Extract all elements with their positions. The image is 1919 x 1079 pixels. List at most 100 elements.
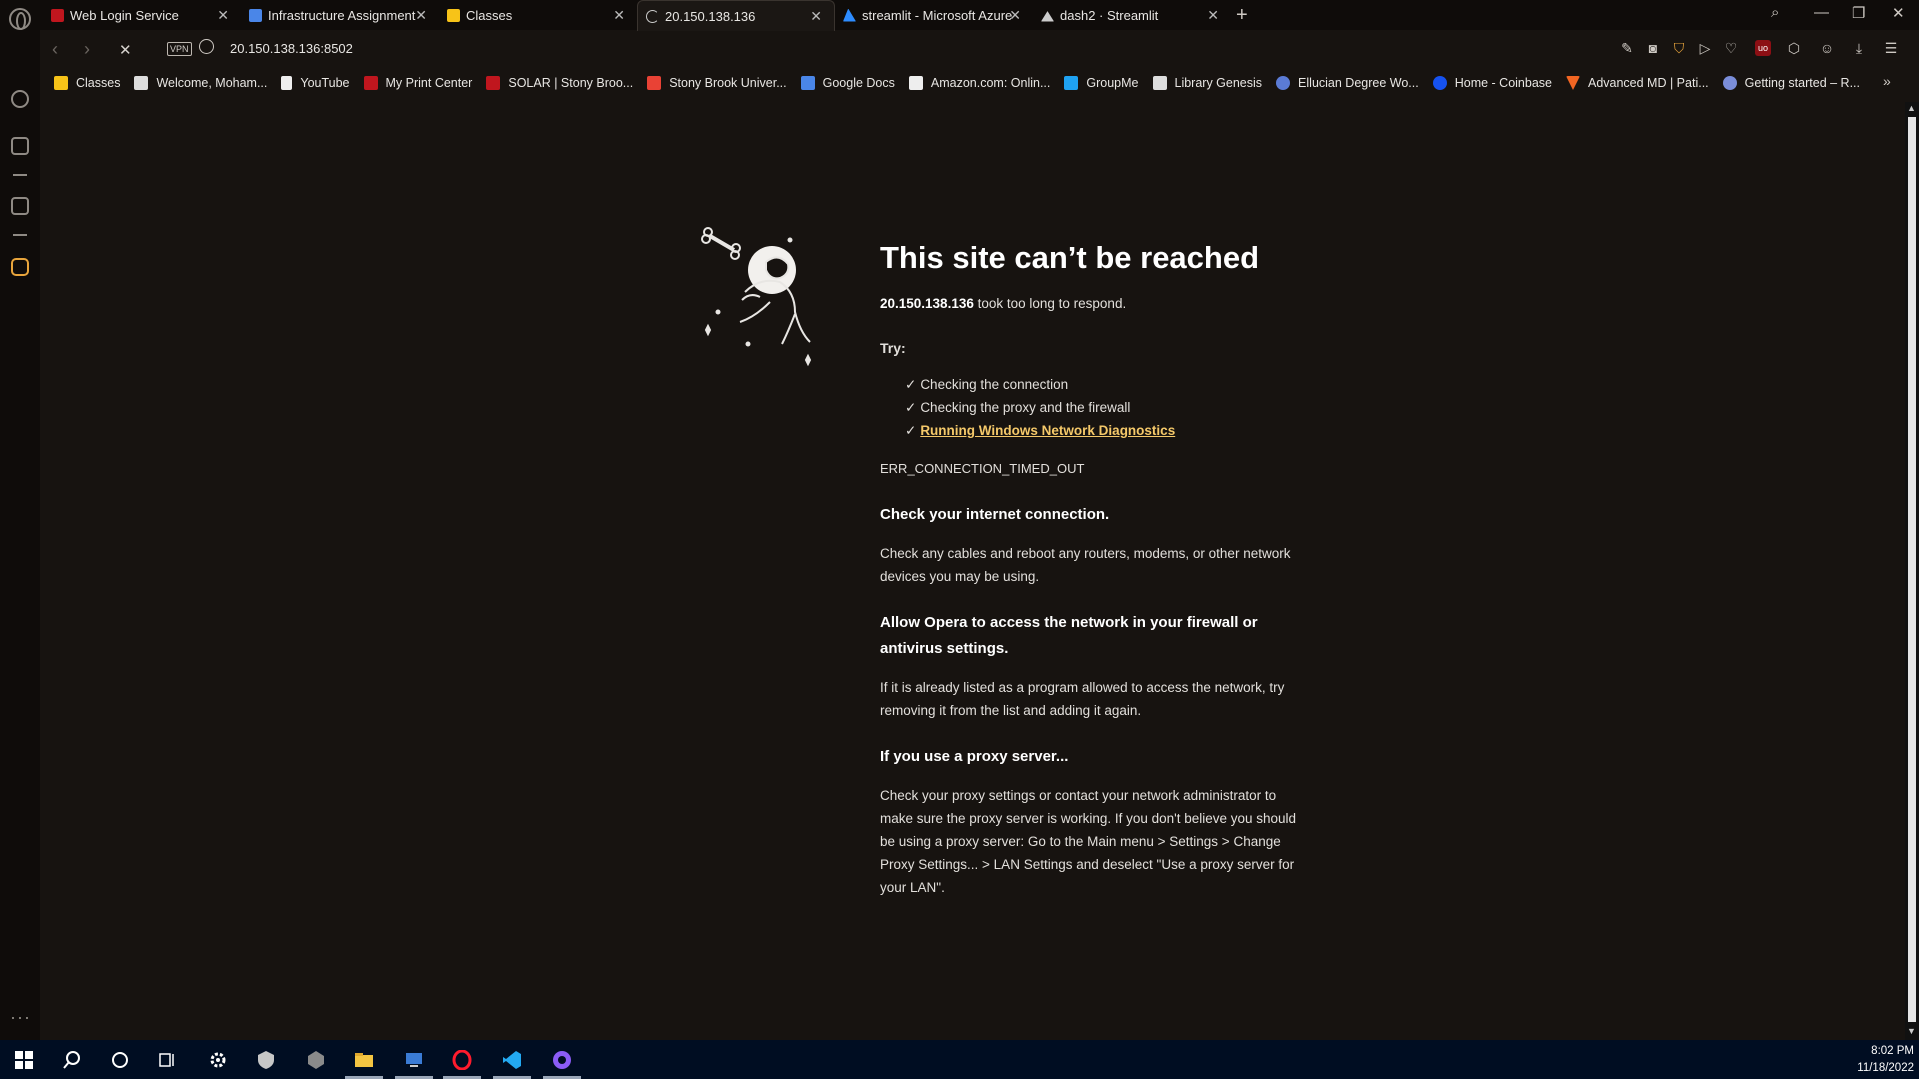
system-clock[interactable]: 8:02 PM 11/18/2022 <box>1852 1043 1914 1077</box>
bookmark-library-genesis[interactable]: Library Genesis <box>1152 76 1262 90</box>
suggestion-item: ✓ Checking the connection <box>905 373 1300 396</box>
github-desktop-icon[interactable] <box>552 1050 572 1070</box>
classroom-icon <box>447 8 460 22</box>
shopping-icon[interactable] <box>11 137 29 155</box>
close-icon[interactable]: ✕ <box>415 8 427 22</box>
restore-icon[interactable]: ❐ <box>1852 4 1865 22</box>
ublock-icon[interactable]: uo <box>1755 40 1771 56</box>
bookmark-advancedmd[interactable]: Advanced MD | Pati... <box>1565 76 1709 90</box>
error-message: 20.150.138.136 took too long to respond. <box>880 292 1300 315</box>
tab-streamlit[interactable]: dash2 · Streamlit ✕ <box>1033 0 1231 30</box>
tab-title: 20.150.138.136 <box>665 8 756 24</box>
remote-desktop-icon[interactable] <box>404 1050 424 1070</box>
bookmark-google-docs[interactable]: Google Docs <box>800 76 895 90</box>
scroll-thumb[interactable] <box>1908 117 1916 1022</box>
opera-sidebar: ··· <box>0 30 40 1040</box>
edit-icon[interactable]: ✎ <box>1619 40 1635 56</box>
forward-icon[interactable]: › <box>84 39 90 60</box>
stop-loading-icon[interactable]: ✕ <box>119 41 132 59</box>
more-icon[interactable]: ··· <box>10 1007 31 1028</box>
app-cube-icon[interactable] <box>306 1050 326 1070</box>
page-scrollbar[interactable]: ▲ ▼ <box>1905 102 1919 1040</box>
loading-spinner-icon <box>646 9 659 23</box>
suggestion-list: ✓ Checking the connection ✓ Checking the p… <box>905 373 1300 442</box>
globe-icon[interactable] <box>199 39 214 54</box>
instagram-icon[interactable] <box>11 258 29 276</box>
bookmark-label: Advanced MD | Pati... <box>1587 76 1709 90</box>
bookmark-amazon[interactable]: Amazon.com: Onlin... <box>908 76 1051 90</box>
section-body: Check any cables and reboot any routers,… <box>880 546 1291 584</box>
profile-icon[interactable]: ☺ <box>1819 40 1835 56</box>
bookmark-coinbase[interactable]: Home - Coinbase <box>1432 76 1552 90</box>
checkmark-icon: ✓ <box>905 423 917 438</box>
groupme-icon <box>1064 76 1079 90</box>
search-icon[interactable] <box>62 1050 82 1070</box>
scroll-up-icon[interactable]: ▲ <box>1907 103 1916 113</box>
extensions-icon[interactable]: ⬡ <box>1786 40 1802 56</box>
tab-classes[interactable]: Classes ✕ <box>439 0 637 30</box>
security-shield-icon[interactable] <box>256 1050 276 1070</box>
streamlit-icon <box>1041 11 1054 22</box>
bookmark-label: Amazon.com: Onlin... <box>930 76 1051 90</box>
minimize-icon[interactable]: — <box>1814 4 1829 21</box>
speed-dial-icon[interactable] <box>11 90 29 108</box>
bookmarks-overflow-icon[interactable]: » <box>1883 73 1891 89</box>
vscode-icon[interactable] <box>502 1050 522 1070</box>
opera-menu-icon[interactable] <box>9 8 31 30</box>
close-icon[interactable]: ✕ <box>217 8 229 22</box>
new-tab-button[interactable]: + <box>1236 4 1248 27</box>
settings-gear-icon[interactable] <box>208 1050 228 1070</box>
cortana-icon[interactable] <box>110 1050 130 1070</box>
task-view-icon[interactable] <box>158 1050 178 1070</box>
heart-icon[interactable]: ♡ <box>1723 40 1739 56</box>
send-icon[interactable]: ▷ <box>1697 40 1713 56</box>
advancedmd-icon <box>1565 76 1580 90</box>
bookmark-classes[interactable]: Classes <box>54 76 120 90</box>
close-window-icon[interactable]: ✕ <box>1892 4 1905 22</box>
bookmark-solar[interactable]: SOLAR | Stony Broo... <box>486 76 633 90</box>
tab-infrastructure[interactable]: Infrastructure Assignment ✕ <box>241 0 439 30</box>
gear-icon <box>1722 76 1737 90</box>
download-icon[interactable]: ⤓ <box>1851 40 1867 56</box>
clock-time: 8:02 PM <box>1871 1045 1914 1057</box>
bookmark-blackboard[interactable]: Welcome, Moham... <box>134 76 267 90</box>
network-diagnostics-link[interactable]: Running Windows Network Diagnostics <box>920 423 1175 438</box>
close-icon[interactable]: ✕ <box>1207 8 1219 22</box>
bookmark-groupme[interactable]: GroupMe <box>1064 76 1139 90</box>
close-icon[interactable]: ✕ <box>1009 8 1021 22</box>
url-field[interactable]: 20.150.138.136:8502 <box>230 41 353 56</box>
classroom-icon <box>54 76 68 90</box>
easy-setup-icon[interactable]: ☰ <box>1883 40 1899 56</box>
back-icon[interactable]: ‹ <box>52 39 58 60</box>
tab-azure[interactable]: streamlit - Microsoft Azure ✕ <box>835 0 1033 30</box>
tab-title: streamlit - Microsoft Azure <box>862 7 1012 23</box>
file-explorer-icon[interactable] <box>354 1050 374 1070</box>
snapshot-icon[interactable]: ◙ <box>1645 40 1661 56</box>
tab-web-login[interactable]: Web Login Service ✕ <box>43 0 241 30</box>
file-icon <box>281 76 293 90</box>
scroll-down-icon[interactable]: ▼ <box>1907 1026 1916 1036</box>
bookmark-label: SOLAR | Stony Broo... <box>508 76 634 90</box>
close-icon[interactable]: ✕ <box>613 8 625 22</box>
error-host-suffix: took too long to respond. <box>973 296 1127 311</box>
tab-list: Web Login Service ✕ Infrastructure Assig… <box>43 0 1231 31</box>
opera-browser-icon[interactable] <box>452 1050 472 1070</box>
shield-icon <box>486 76 501 90</box>
sidebar-divider <box>13 174 27 176</box>
adblock-shield-icon[interactable]: ⛉ <box>1671 40 1687 56</box>
close-icon[interactable]: ✕ <box>810 9 822 23</box>
windows-start-icon[interactable] <box>14 1050 34 1070</box>
tab-active-site[interactable]: 20.150.138.136 ✕ <box>637 0 835 31</box>
bookmark-print-center[interactable]: My Print Center <box>363 76 472 90</box>
tab-title: Infrastructure Assignment <box>268 7 416 23</box>
bookmark-label: Stony Brook Univer... <box>669 76 787 90</box>
bookmark-ellucian[interactable]: Ellucian Degree Wo... <box>1276 76 1419 90</box>
search-tabs-icon[interactable]: ⌕ <box>1771 4 1779 21</box>
amazon-icon <box>908 76 923 90</box>
bookmark-youtube[interactable]: YouTube <box>281 76 350 90</box>
bookmark-stony-brook[interactable]: Stony Brook Univer... <box>647 76 787 90</box>
blackboard-icon <box>134 76 149 90</box>
vpn-badge[interactable]: VPN <box>167 42 192 56</box>
bookmark-getting-started[interactable]: Getting started – R... <box>1722 76 1860 90</box>
work-icon[interactable] <box>11 197 29 215</box>
